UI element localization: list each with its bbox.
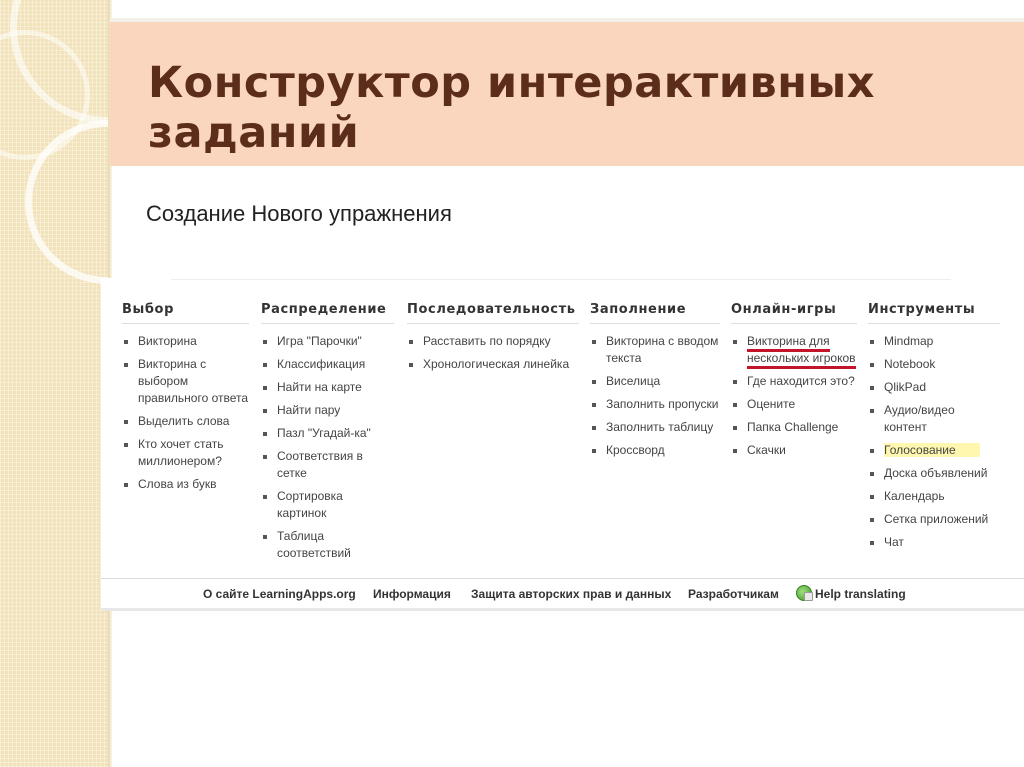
category-item[interactable]: Mindmap xyxy=(868,333,1000,350)
category-item[interactable]: Классификация xyxy=(261,356,394,373)
category-item[interactable]: Викторина xyxy=(122,333,249,350)
category-item[interactable]: Выделить слова xyxy=(122,413,249,430)
category-heading: Заполнение xyxy=(590,302,720,324)
category-item[interactable]: Аудио/видео контент xyxy=(868,402,1000,436)
category-item[interactable]: Найти пару xyxy=(261,402,394,419)
category-item[interactable]: Доска объявлений xyxy=(868,465,1000,482)
bullet-icon xyxy=(592,426,596,430)
category-item[interactable]: Игра "Парочки" xyxy=(261,333,394,350)
category-item[interactable]: QlikPad xyxy=(868,379,1000,396)
bullet-icon xyxy=(124,483,128,487)
category-item[interactable]: Сетка приложений xyxy=(868,511,1000,528)
category-item[interactable]: Кто хочет стать миллионером? xyxy=(122,436,249,470)
category-item[interactable]: Соответствия в сетке xyxy=(261,448,394,482)
category-item[interactable]: Виселица xyxy=(590,373,720,390)
category-item-highlighted[interactable]: Голосование xyxy=(868,442,1000,459)
category-item[interactable]: Чат xyxy=(868,534,1000,551)
bullet-icon xyxy=(124,363,128,367)
category-item[interactable]: Заполнить таблицу xyxy=(590,419,720,436)
category-item[interactable]: Викторина для нескольких игроков xyxy=(731,333,857,369)
category-item[interactable]: Расставить по порядку xyxy=(407,333,579,350)
divider xyxy=(171,279,951,280)
bullet-icon xyxy=(409,340,413,344)
bullet-icon xyxy=(263,340,267,344)
bullet-icon xyxy=(870,472,874,476)
category-item[interactable]: Сортировка картинок xyxy=(261,488,394,522)
bullet-icon xyxy=(733,380,737,384)
category-heading: Распределение xyxy=(261,302,394,324)
bullet-icon xyxy=(124,443,128,447)
bullet-icon xyxy=(870,541,874,545)
bullet-icon xyxy=(263,432,267,436)
category-item[interactable]: Викторина с выбором правильного ответа xyxy=(122,356,249,407)
category-column-distribution: Распределение Игра "Парочки" Классификац… xyxy=(261,302,394,568)
category-item[interactable]: Заполнить пропуски xyxy=(590,396,720,413)
bullet-icon xyxy=(263,535,267,539)
app-categories-panel: Выбор Викторина Викторина с выбором прав… xyxy=(101,278,1024,611)
slide-subtitle: Создание Нового упражнения xyxy=(146,201,452,226)
bullet-icon xyxy=(124,420,128,424)
bullet-icon xyxy=(733,426,737,430)
bullet-icon xyxy=(870,409,874,413)
category-item[interactable]: Слова из букв xyxy=(122,476,249,493)
category-heading: Инструменты xyxy=(868,302,1000,324)
footer-link-info[interactable]: Информация xyxy=(373,587,451,601)
category-column-fill: Заполнение Викторина с вводом текста Вис… xyxy=(590,302,720,465)
category-item[interactable]: Таблица соответствий xyxy=(261,528,394,562)
category-item[interactable]: Кроссворд xyxy=(590,442,720,459)
category-item[interactable]: Скачки xyxy=(731,442,857,459)
bullet-icon xyxy=(870,363,874,367)
bullet-icon xyxy=(870,340,874,344)
footer-link-about[interactable]: О сайте LearningApps.org xyxy=(203,587,356,601)
category-heading: Последовательность xyxy=(407,302,579,324)
category-item[interactable]: Notebook xyxy=(868,356,1000,373)
bullet-icon xyxy=(263,409,267,413)
category-column-sequence: Последовательность Расставить по порядку… xyxy=(407,302,579,379)
bullet-icon xyxy=(263,363,267,367)
bullet-icon xyxy=(263,386,267,390)
bullet-icon xyxy=(592,380,596,384)
title-band: Конструктор интерактивных заданий xyxy=(110,18,1024,166)
bullet-icon xyxy=(592,403,596,407)
site-footer: О сайте LearningApps.org Информация Защи… xyxy=(101,578,1024,609)
slide-title: Конструктор интерактивных заданий xyxy=(148,58,876,158)
category-item[interactable]: Оцените xyxy=(731,396,857,413)
decorative-left-strip xyxy=(0,0,110,767)
bullet-icon xyxy=(592,449,596,453)
bullet-icon xyxy=(263,495,267,499)
bullet-icon xyxy=(870,518,874,522)
bullet-icon xyxy=(870,495,874,499)
footer-link-help-translating[interactable]: Help translating xyxy=(815,587,906,601)
category-column-online-games: Онлайн-игры Викторина для нескольких игр… xyxy=(731,302,857,465)
category-item[interactable]: Хронологическая линейка xyxy=(407,356,579,373)
underlined-item: Викторина для нескольких игроков xyxy=(747,334,856,369)
bullet-icon xyxy=(592,340,596,344)
bullet-icon xyxy=(263,455,267,459)
category-heading: Выбор xyxy=(122,302,249,324)
category-item[interactable]: Папка Challenge xyxy=(731,419,857,436)
bullet-icon xyxy=(124,340,128,344)
footer-link-copyright[interactable]: Защита авторских прав и данных xyxy=(471,587,671,601)
bullet-icon xyxy=(733,403,737,407)
bullet-icon xyxy=(870,449,874,453)
bullet-icon xyxy=(733,340,737,344)
translate-icon xyxy=(796,585,813,601)
bullet-icon xyxy=(733,449,737,453)
category-column-choice: Выбор Викторина Викторина с выбором прав… xyxy=(122,302,249,499)
footer-link-developers[interactable]: Разработчикам xyxy=(688,587,779,601)
category-item[interactable]: Викторина с вводом текста xyxy=(590,333,720,367)
category-item[interactable]: Где находится это? xyxy=(731,373,857,390)
bullet-icon xyxy=(870,386,874,390)
category-item[interactable]: Найти на карте xyxy=(261,379,394,396)
bullet-icon xyxy=(409,363,413,367)
category-column-tools: Инструменты Mindmap Notebook QlikPad Ауд… xyxy=(868,302,1000,557)
category-heading: Онлайн-игры xyxy=(731,302,857,324)
category-item[interactable]: Календарь xyxy=(868,488,1000,505)
category-item[interactable]: Пазл "Угадай-ка" xyxy=(261,425,394,442)
